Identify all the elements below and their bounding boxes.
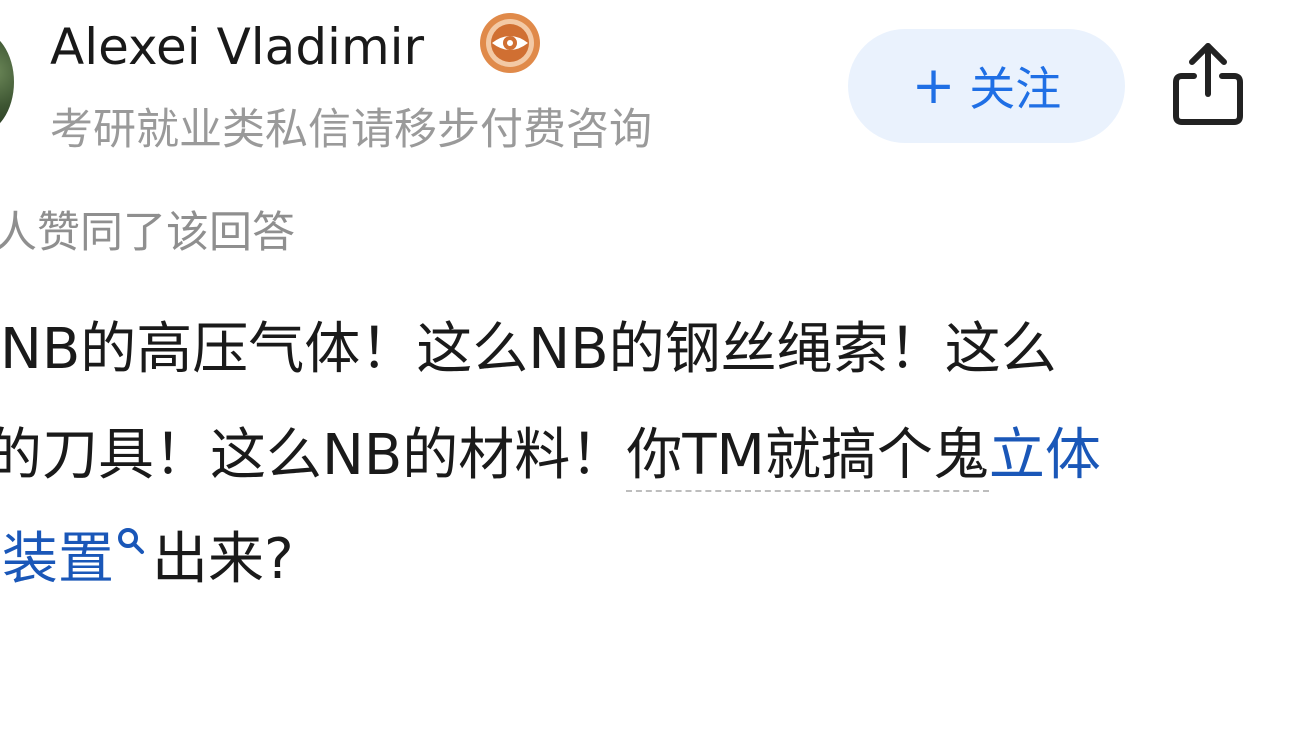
- upvote-count-text: 人赞同了该回答: [0, 208, 295, 258]
- keyword-link[interactable]: 立体: [989, 423, 1101, 488]
- share-icon[interactable]: [1170, 40, 1246, 128]
- follow-label: 关注: [969, 62, 1062, 116]
- answer-text-line: 的刀具！这么NB的材料！你TM就搞个鬼立体: [0, 420, 1101, 492]
- follow-button[interactable]: + 关注: [848, 29, 1125, 143]
- answer-text: 的刀具！这么NB的材料！: [0, 423, 627, 488]
- search-icon[interactable]: [116, 526, 146, 556]
- answer-view: Alexei Vladimir 考研就业类私信请移步付费咨询 + 关注 人赞同了…: [0, 0, 1316, 740]
- answer-text: NB的高压气体！这么NB的钢丝绳索！这么: [0, 317, 1057, 382]
- eye-badge-icon: [480, 13, 540, 73]
- author-name[interactable]: Alexei Vladimir: [50, 12, 424, 82]
- answer-text-line: 装置 出来?: [2, 524, 294, 596]
- plus-icon: +: [911, 56, 956, 116]
- author-bio: 考研就业类私信请移步付费咨询: [50, 105, 652, 155]
- keyword-link[interactable]: 装置: [2, 527, 114, 592]
- answer-text: 出来?: [152, 527, 294, 592]
- answer-text-line: NB的高压气体！这么NB的钢丝绳索！这么: [0, 314, 1057, 386]
- answer-text-underlined: 你TM就搞个鬼: [626, 423, 989, 492]
- avatar[interactable]: [0, 30, 14, 134]
